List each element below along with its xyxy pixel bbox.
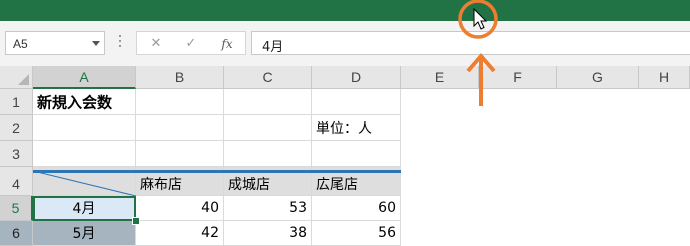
cell-a6[interactable]: 5月	[33, 221, 136, 246]
cell-b3[interactable]	[136, 141, 224, 167]
cell-b4-text: 麻布店	[140, 176, 182, 193]
cell-d2[interactable]: 単位：人	[312, 115, 401, 141]
column-header-g[interactable]: G	[557, 66, 639, 89]
column-header-e[interactable]: E	[401, 66, 479, 89]
cell-b5[interactable]: 40	[136, 196, 224, 221]
cell-b5-text: 40	[201, 200, 219, 216]
column-header-c[interactable]: C	[224, 66, 312, 89]
cell-d4-text: 広尾店	[316, 176, 358, 193]
formula-input-value: 4月	[262, 40, 284, 55]
cell-c5[interactable]: 53	[224, 196, 312, 221]
name-box[interactable]: A5	[5, 31, 105, 55]
cell-c5-text: 53	[289, 200, 307, 216]
row-header-4[interactable]: 4	[0, 167, 33, 196]
row-header-5[interactable]: 5	[0, 196, 33, 221]
cell-c6-text: 38	[289, 225, 307, 241]
active-cell-outline	[33, 196, 136, 221]
row-header-3[interactable]: 3	[0, 141, 33, 167]
check-icon[interactable]: ✓	[181, 35, 201, 53]
table-top-border	[33, 170, 401, 173]
column-header-a[interactable]: A	[33, 66, 136, 89]
close-icon[interactable]: ✕	[146, 35, 166, 53]
cell-b6-text: 42	[201, 225, 219, 241]
name-box-value: A5	[13, 37, 28, 51]
cell-a2[interactable]	[33, 115, 136, 141]
fill-handle[interactable]	[132, 217, 140, 225]
drag-handle-icon[interactable]	[119, 35, 122, 49]
row-header-1[interactable]: 1	[0, 89, 33, 115]
column-header-d[interactable]: D	[312, 66, 401, 89]
column-header-f[interactable]: F	[479, 66, 557, 89]
formula-buttons: ✕ ✓ fx	[136, 31, 246, 55]
cell-a1[interactable]: 新規入会数	[33, 89, 136, 115]
row-header-6[interactable]: 6	[0, 221, 33, 246]
cell-a6-text: 5月	[72, 226, 96, 242]
cell-d1[interactable]	[312, 89, 401, 115]
row-header-2[interactable]: 2	[0, 115, 33, 141]
cell-b2[interactable]	[136, 115, 224, 141]
cell-d6-text: 56	[378, 225, 396, 241]
cell-a1-text: 新規入会数	[37, 93, 113, 111]
formula-input[interactable]: 4月	[251, 31, 690, 55]
select-all-button[interactable]	[0, 66, 33, 89]
cell-c6[interactable]: 38	[224, 221, 312, 246]
cell-c3[interactable]	[224, 141, 312, 167]
cell-d5-text: 60	[378, 200, 396, 216]
cell-d6[interactable]: 56	[312, 221, 401, 246]
chevron-down-icon[interactable]	[92, 41, 100, 46]
cell-b6[interactable]: 42	[136, 221, 224, 246]
title-bar	[0, 0, 690, 21]
cell-c4-text: 成城店	[228, 176, 270, 193]
cell-c1[interactable]	[224, 89, 312, 115]
cell-d3[interactable]	[312, 141, 401, 167]
cell-d5[interactable]: 60	[312, 196, 401, 221]
function-icon[interactable]: fx	[217, 35, 237, 53]
column-header-h[interactable]: H	[639, 66, 690, 89]
cell-b1[interactable]	[136, 89, 224, 115]
cell-c2[interactable]	[224, 115, 312, 141]
column-header-b[interactable]: B	[136, 66, 224, 89]
cell-a3[interactable]	[33, 141, 136, 167]
cell-d2-text: 単位：人	[316, 120, 372, 137]
spreadsheet-grid: A B C D E F G H 1 2 3 4 5 6 新規入会数 単位：人 麻…	[0, 66, 690, 246]
